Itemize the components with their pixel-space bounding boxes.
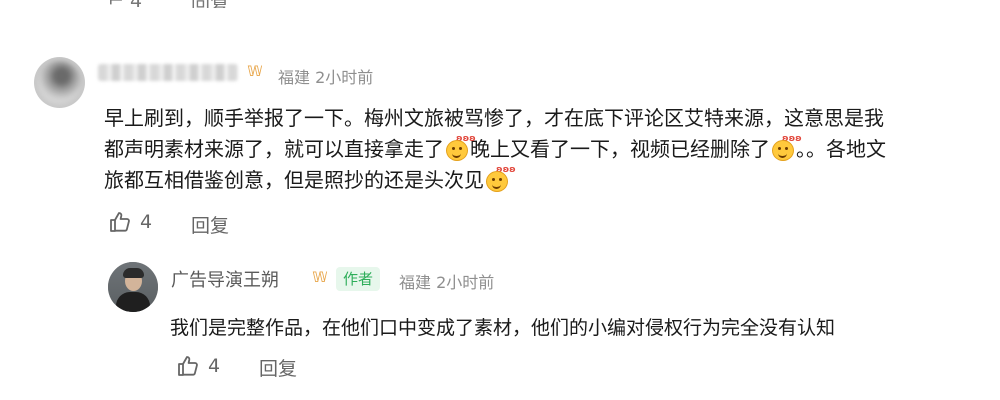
author-badge: 作者 <box>336 267 381 291</box>
comment-text: 早上刷到，顺手举报了一下。梅州文旅被骂惨了，才在底下评论区艾特来源，这意思是我 … <box>104 103 984 196</box>
thumbs-up-icon <box>108 210 132 234</box>
comment-line-2c: 。。各地文 <box>796 137 886 161</box>
smiling-steam-emoji-icon: ʚʚʚ <box>445 135 476 161</box>
vip-badge-icon: 𝕎 <box>312 270 328 286</box>
comment-line-3a: 旅都互相借鉴创意，但是照抄的还是头次见 <box>104 168 484 192</box>
commenter-name-blurred[interactable] <box>98 64 238 81</box>
thumbs-up-icon <box>176 354 200 378</box>
reply-meta: 福建 2小时前 <box>399 273 495 292</box>
reply-like-count: 4 <box>208 355 221 377</box>
reply-text: 我们是完整作品，在他们口中变成了素材，他们的小编对侵权行为完全没有认知 <box>170 317 836 339</box>
vip-badge-icon: 𝕎 <box>247 64 263 80</box>
like-count: 4 <box>140 211 153 233</box>
like-button[interactable]: 4 <box>108 210 152 234</box>
commenter-avatar[interactable] <box>34 57 85 108</box>
previous-like-count[interactable]: ⌐ 4 <box>108 0 142 8</box>
author-name[interactable]: 广告导演王朔 <box>171 266 279 292</box>
previous-reply-button[interactable]: 回复 <box>191 0 229 8</box>
comment-line-2: 都声明素材来源了，就可以直接拿走了 ʚʚʚ 晚上又看了一下，视频已经删除了 ʚʚʚ。。… <box>104 134 984 165</box>
reply-button[interactable]: 回复 <box>191 211 229 238</box>
comment-meta: 福建 2小时前 <box>278 68 374 87</box>
reply-like-button[interactable]: 4 <box>176 354 220 378</box>
comment-line-2a: 都声明素材来源了，就可以直接拿走了 <box>104 137 444 161</box>
smiling-steam-emoji-icon: ʚʚʚ <box>771 135 802 161</box>
reply-reply-button[interactable]: 回复 <box>259 354 297 381</box>
smiling-steam-emoji-icon: ʚʚʚ <box>485 166 516 192</box>
previous-comment-actions: ⌐ 4 回复 <box>0 0 1000 8</box>
author-avatar[interactable] <box>108 262 158 312</box>
comment-line-1: 早上刷到，顺手举报了一下。梅州文旅被骂惨了，才在底下评论区艾特来源，这意思是我 <box>104 106 884 130</box>
comment-line-2b: 晚上又看了一下，视频已经删除了 <box>470 137 770 161</box>
comment-line-3: 旅都互相借鉴创意，但是照抄的还是头次见 ʚʚʚ <box>104 165 984 196</box>
